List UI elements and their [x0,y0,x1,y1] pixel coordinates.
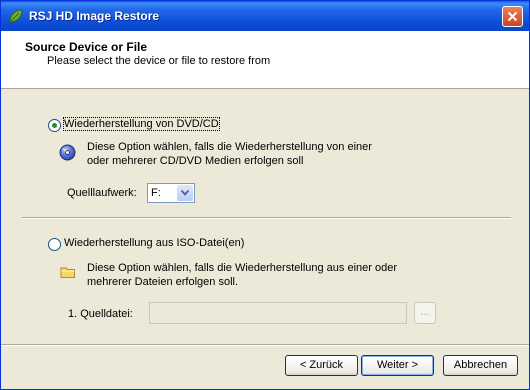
radio-dvd-dot [52,123,57,128]
iso-description: Diese Option wählen, falls die Wiederher… [87,261,397,289]
page-title: Source Device or File [25,40,148,54]
close-button[interactable] [502,6,523,27]
source-file-input[interactable] [149,302,407,324]
app-leaf-icon [9,9,23,23]
cancel-button[interactable]: Abbrechen [443,355,518,376]
section-divider [22,217,511,219]
dvd-description: Diese Option wählen, falls die Wiederher… [87,140,372,168]
radio-dvd-label[interactable]: Wiederherstellung von DVD/CD [63,117,220,131]
next-button[interactable]: Weiter > [361,355,434,376]
radio-iso-label[interactable]: Wiederherstellung aus ISO-Datei(en) [64,237,244,249]
chevron-down-icon [181,190,189,196]
radio-iso[interactable] [48,238,61,251]
drive-select[interactable]: F: [147,183,195,203]
window-title: RSJ HD Image Restore [29,9,160,23]
footer-divider [1,344,529,346]
wizard-header: Source Device or File Please select the … [1,31,529,89]
iso-description-line1: Diese Option wählen, falls die Wiederher… [87,262,398,274]
drive-label: Quelllaufwerk: [67,187,137,199]
page-subtitle: Please select the device or file to rest… [47,55,271,67]
radio-dvd[interactable] [48,119,61,132]
source-file-label: 1. Quelldatei: [68,308,133,320]
back-button[interactable]: < Zurück [285,355,358,376]
iso-description-line2: mehrerer Dateien erfolgen soll. [87,276,239,288]
close-icon [507,11,518,22]
dvd-disc-icon [59,144,76,161]
title-bar[interactable]: RSJ HD Image Restore [1,1,529,31]
wizard-window: RSJ HD Image Restore Source Device or Fi… [0,0,530,390]
dvd-description-line2: oder mehrerer CD/DVD Medien erfolgen sol… [87,155,304,167]
drive-dropdown-button[interactable] [177,185,193,201]
folder-icon [60,267,75,278]
drive-select-value: F: [151,187,161,199]
dvd-description-line1: Diese Option wählen, falls die Wiederher… [87,141,372,153]
browse-button[interactable]: ... [414,302,436,324]
